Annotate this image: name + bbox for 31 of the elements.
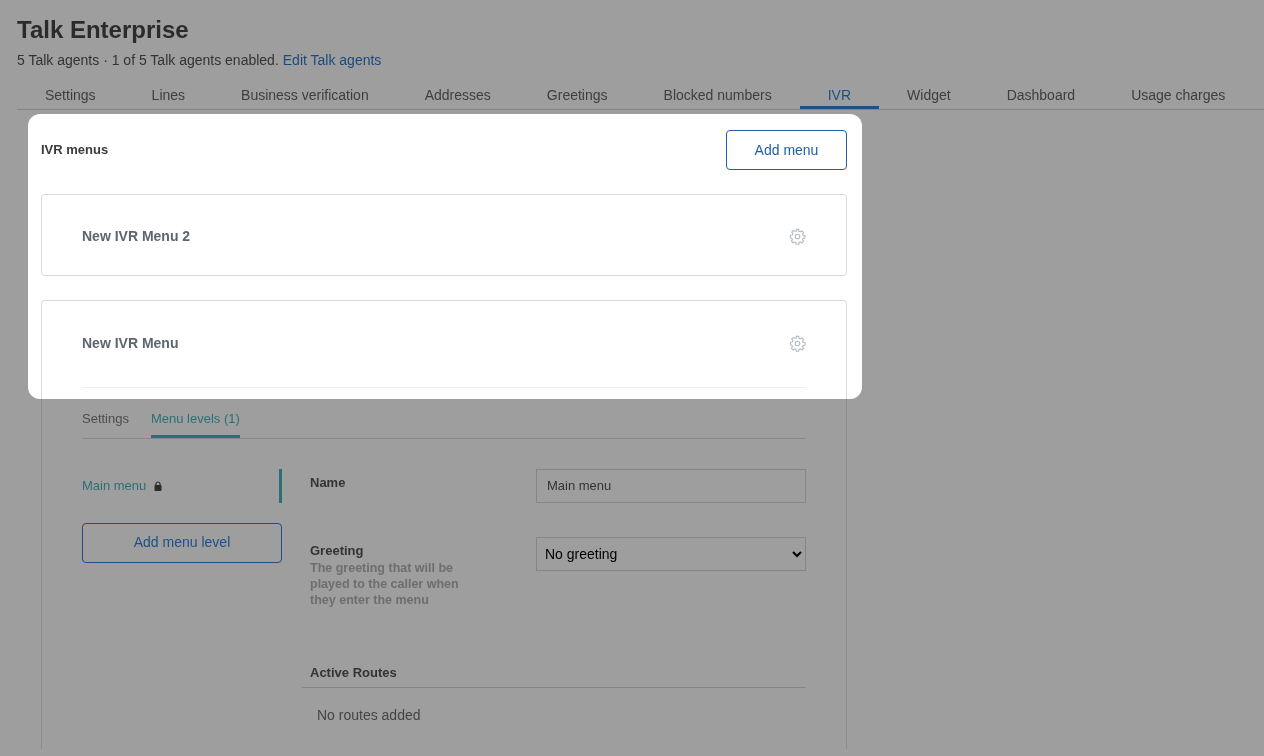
routes-heading: Active Routes [302,663,806,688]
menu-tab[interactable]: Menu levels (1) [151,409,240,438]
menu-name: New IVR Menu [82,334,179,353]
menu-name: New IVR Menu 2 [82,227,191,246]
nav-tab[interactable]: Blocked numbers [635,83,800,109]
menu-level-item[interactable]: Main menu [82,468,282,503]
menu-card[interactable]: New IVR Menu 2 [41,194,847,276]
settings-icon[interactable] [789,228,806,245]
field-label: Greeting [310,541,365,560]
nav-tab[interactable]: Lines [123,83,214,109]
empty-routes-message: No routes added [316,705,422,725]
menu-card-header[interactable]: New IVR Menu [41,300,847,399]
edit-agents-link[interactable]: Edit Talk agents [282,51,382,69]
nav-tab[interactable]: Settings [17,83,124,109]
nav-tab[interactable]: Widget [879,83,979,109]
nav-tab[interactable]: Usage charges [1103,83,1254,109]
agents-summary: 5 Talk agents · 1 of 5 Talk agents enabled. [17,51,279,69]
nav-tab[interactable]: Business verification [213,83,397,109]
nav-tab[interactable]: Addresses [396,83,519,109]
settings-icon[interactable] [789,335,806,352]
greeting-select[interactable]: No greeting [536,536,806,571]
menu-tab[interactable]: Settings [82,409,129,438]
add-menu-level-button[interactable]: Add menu level [82,522,282,563]
page-title: Talk Enterprise [17,15,190,45]
name-input[interactable]: Main menu [536,468,806,503]
nav-tab[interactable]: Greetings [518,83,636,109]
add-menu-button[interactable]: Add menu [726,130,847,170]
nav-tab[interactable]: Dashboard [978,83,1104,109]
section-title: IVR menus [41,141,109,160]
nav-tab[interactable]: IVR [799,83,880,109]
field-label: Name [310,473,347,492]
